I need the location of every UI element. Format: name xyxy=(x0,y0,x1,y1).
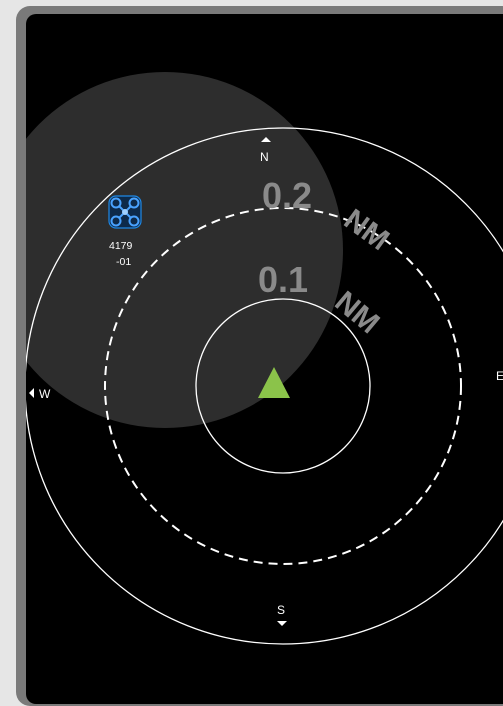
radar-display: 0.2 NM 0.1 NM N S W E 4179 -01 xyxy=(26,72,503,645)
outer-range-value: 0.2 xyxy=(262,175,312,216)
west-marker-icon xyxy=(29,388,34,398)
north-label: N xyxy=(260,150,269,164)
south-marker-icon xyxy=(277,621,287,626)
inner-range-value: 0.1 xyxy=(258,259,308,300)
east-label: E xyxy=(496,369,503,383)
outer-range-unit: NM xyxy=(338,203,395,257)
west-label: W xyxy=(39,387,51,401)
track-id-line2: -01 xyxy=(116,256,131,268)
coverage-area xyxy=(26,72,343,428)
south-label: S xyxy=(277,603,285,617)
track-id-line1: 4179 xyxy=(109,240,133,252)
